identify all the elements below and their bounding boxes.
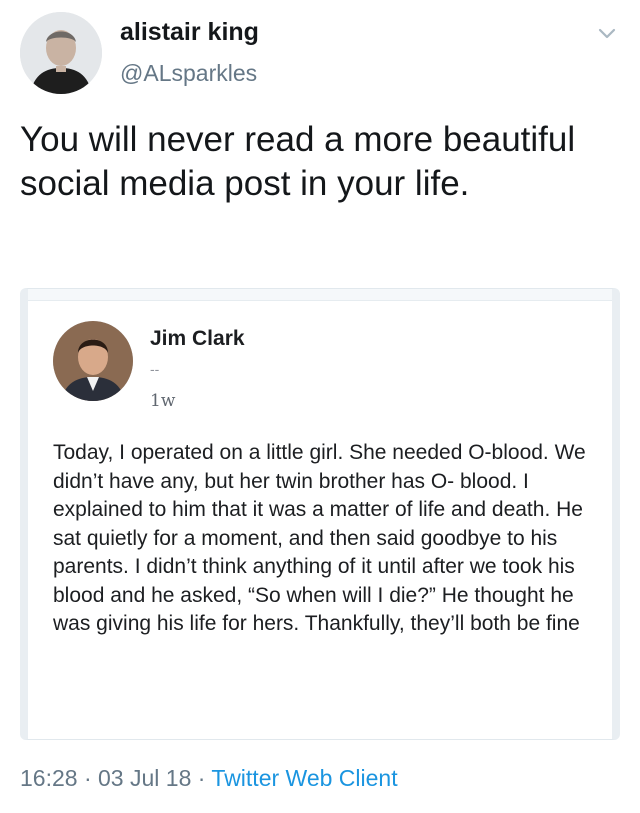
tweet-text: You will never read a more beautiful soc… <box>20 120 576 203</box>
embedded-post-image[interactable]: Jim Clark -- 1w Today, I operated on a l… <box>20 288 620 740</box>
tweet-time[interactable]: 16:28 <box>20 765 78 791</box>
tweet-card: alistair king @ALsparkles You will never… <box>0 0 640 813</box>
author-name[interactable]: alistair king <box>120 18 259 47</box>
tweet-client-link[interactable]: Twitter Web Client <box>211 765 397 791</box>
embedded-author-name: Jim Clark <box>150 327 245 350</box>
meta-separator: · <box>197 765 206 791</box>
embedded-author-subtitle: -- <box>150 361 160 377</box>
author-avatar[interactable] <box>20 12 102 94</box>
embedded-author-avatar <box>53 321 133 401</box>
embedded-post-body: Today, I operated on a little girl. She … <box>53 441 586 635</box>
chevron-down-icon[interactable] <box>596 22 618 44</box>
author-handle[interactable]: @ALsparkles <box>120 60 257 87</box>
meta-separator: · <box>83 765 92 791</box>
embedded-post-time: 1w <box>150 391 176 411</box>
embed-top-border <box>28 289 612 301</box>
tweet-meta: 16:28 · 03 Jul 18 · Twitter Web Client <box>20 765 398 792</box>
tweet-date[interactable]: 03 Jul 18 <box>98 765 191 791</box>
